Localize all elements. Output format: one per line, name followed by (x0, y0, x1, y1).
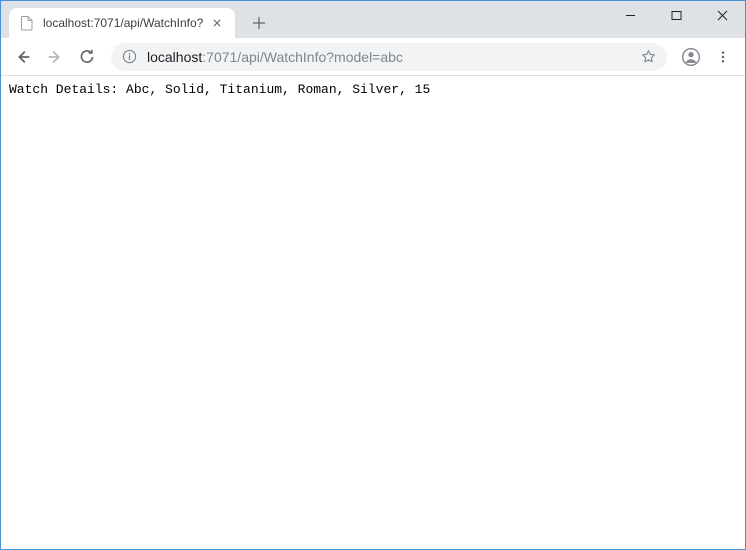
bookmark-star-icon[interactable] (641, 49, 657, 65)
window-controls (607, 1, 745, 29)
address-bar[interactable]: localhost:7071/api/WatchInfo?model=abc (111, 43, 667, 71)
site-info-icon[interactable] (121, 49, 137, 65)
nav-toolbar: localhost:7071/api/WatchInfo?model=abc (1, 38, 745, 76)
chrome-menu-button[interactable] (709, 43, 737, 71)
response-body-text: Watch Details: Abc, Solid, Titanium, Rom… (9, 82, 430, 97)
browser-window: localhost:7071/api/WatchInfo?m (0, 0, 746, 550)
url-host: localhost (147, 49, 202, 65)
new-tab-button[interactable] (245, 9, 273, 37)
tab-close-button[interactable] (209, 15, 225, 31)
forward-button[interactable] (41, 43, 69, 71)
minimize-button[interactable] (607, 1, 653, 29)
close-window-button[interactable] (699, 1, 745, 29)
browser-tab[interactable]: localhost:7071/api/WatchInfo?m (9, 8, 235, 38)
url-text: localhost:7071/api/WatchInfo?model=abc (147, 49, 641, 65)
url-path: :7071/api/WatchInfo?model=abc (202, 49, 403, 65)
maximize-button[interactable] (653, 1, 699, 29)
file-icon (19, 15, 35, 31)
reload-button[interactable] (73, 43, 101, 71)
title-bar: localhost:7071/api/WatchInfo?m (1, 1, 745, 38)
tab-title: localhost:7071/api/WatchInfo?m (43, 16, 203, 30)
profile-button[interactable] (677, 43, 705, 71)
page-content: Watch Details: Abc, Solid, Titanium, Rom… (1, 76, 745, 549)
back-button[interactable] (9, 43, 37, 71)
